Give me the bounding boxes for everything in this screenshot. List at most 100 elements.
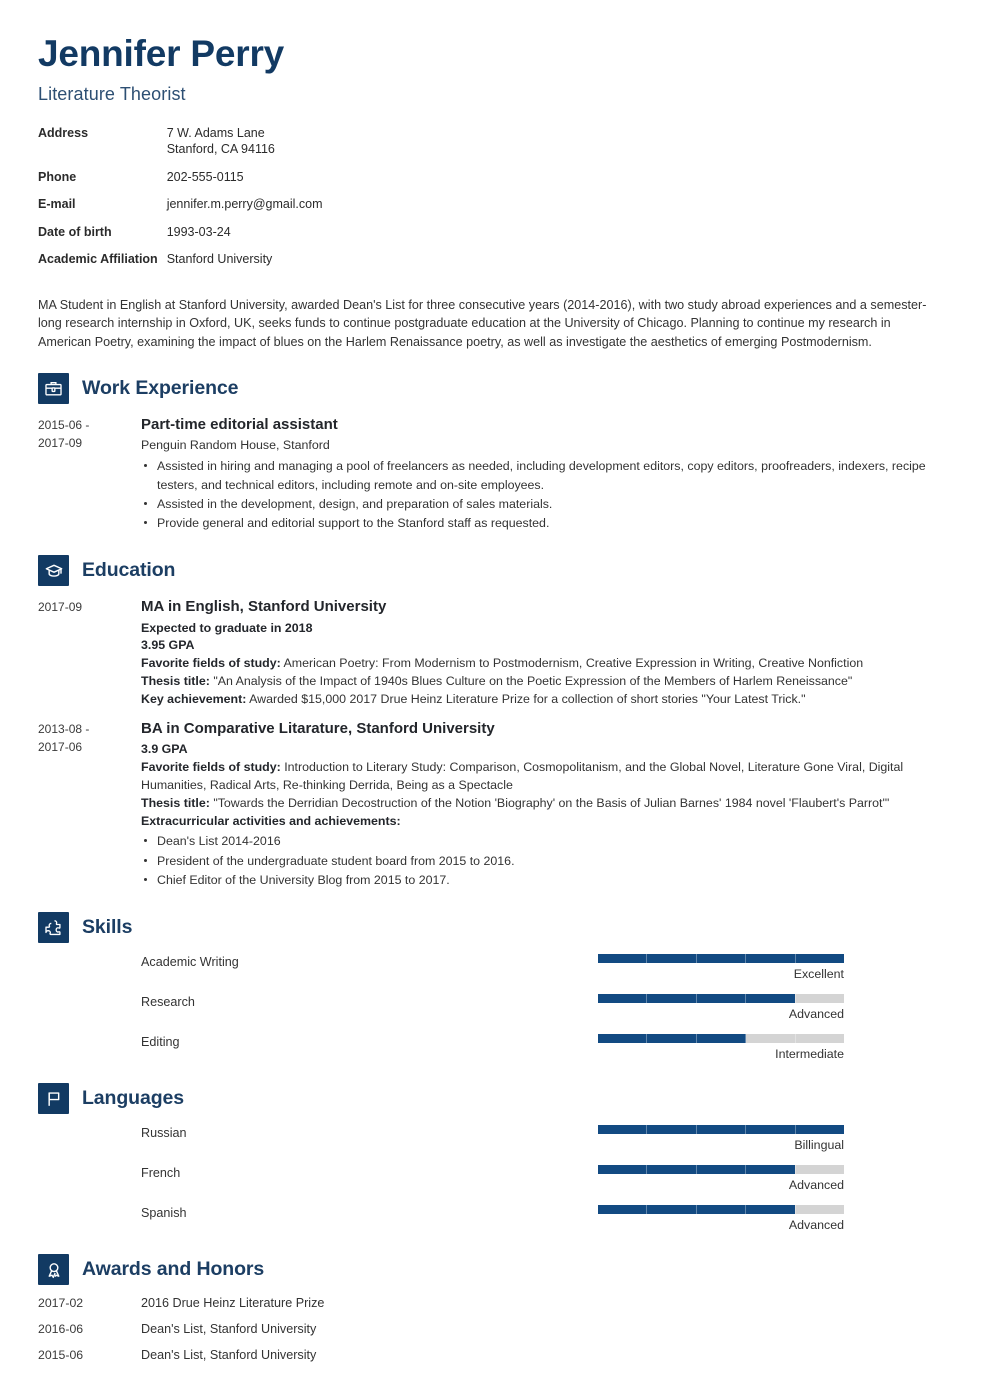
label-key-achievement: Key achievement: [141,692,247,707]
list-item: Assisted in hiring and managing a pool o… [141,457,950,493]
label-fields-of-study: Favorite fields of study: [141,760,281,775]
contact-details: Address 7 W. Adams Lane Stanford, CA 941… [38,125,323,279]
language-bar [598,1125,844,1135]
language-rating: Billingual [598,1125,844,1152]
puzzle-piece-icon [38,912,69,944]
language-bar [598,1205,844,1215]
skill-bar [598,1034,844,1044]
skill-label: Academic Writing [141,955,239,970]
award-text: Dean's List, Stanford University [141,1322,317,1337]
education-thesis-title: Thesis title: "An Analysis of the Impact… [141,673,950,691]
education-entry: 2013-08 - 2017-06 BA in Comparative Lita… [38,719,950,890]
education-date-from: 2013-08 - [38,721,90,736]
education-entry-body: BA in Comparative Litarature, Stanford U… [141,719,950,890]
contact-row-phone: Phone 202-555-0115 [38,169,323,197]
graduation-cap-icon [38,555,69,587]
award-row: 2015-06 Dean's List, Stanford University [38,1348,950,1362]
award-text: Dean's List, Stanford University [141,1348,317,1363]
skill-label: Research [141,995,195,1010]
award-date: 2015-06 [38,1348,84,1363]
section-header-education: Education [38,555,950,587]
contact-row-address: Address 7 W. Adams Lane Stanford, CA 941… [38,125,323,169]
award-text: 2016 Drue Heinz Literature Prize [141,1296,325,1311]
value-thesis-title: "Towards the Derridian Decostruction of … [213,795,890,810]
address-line-1: 7 W. Adams Lane [166,125,265,140]
education-entry-body: MA in English, Stanford University Expec… [141,597,950,709]
education-fields-of-study: Favorite fields of study: Introduction t… [141,759,950,795]
work-entry-date: 2015-06 - 2017-09 [38,415,141,453]
award-date: 2017-02 [38,1296,84,1311]
education-entry: 2017-09 MA in English, Stanford Universi… [38,597,950,709]
award-row: 2016-06 Dean's List, Stanford University [38,1322,950,1336]
list-item: Dean's List 2014-2016 [141,832,950,850]
list-item: Assisted in the development, design, and… [141,495,950,513]
education-key-achievement: Key achievement: Awarded $15,000 2017 Dr… [141,691,950,709]
section-languages: Languages Russian Billingual French Adva… [38,1083,950,1232]
education-gpa: 3.95 GPA [141,638,195,653]
education-entry-title: MA in English, Stanford University [141,598,387,616]
skill-bar [598,954,844,964]
language-rating: Advanced [598,1205,844,1232]
label-fields-of-study: Favorite fields of study: [141,656,281,671]
language-rating: Advanced [598,1165,844,1192]
work-entry-title: Part-time editorial assistant [141,416,338,434]
contact-row-dob: Date of birth 1993-03-24 [38,224,323,252]
education-date-from: 2017-09 [38,600,83,615]
contact-label-dob: Date of birth [38,224,112,239]
value-thesis-title: "An Analysis of the Impact of 1940s Blue… [213,674,853,689]
value-fields-of-study: American Poetry: From Modernism to Postm… [283,656,864,671]
language-level: Advanced [788,1178,844,1193]
language-level: Advanced [788,1218,844,1233]
briefcase-icon [38,373,69,405]
section-title-work: Work Experience [82,377,239,400]
section-education: Education 2017-09 MA in English, Stanfor… [38,555,950,890]
language-row: French Advanced [38,1165,950,1192]
skill-row: Academic Writing Excellent [38,954,950,981]
skill-bar-fill [598,1034,746,1044]
work-entry-body: Part-time editorial assistant Penguin Ra… [141,415,950,533]
education-date-to: 2017-06 [38,739,83,754]
education-extracurricular-heading: Extracurricular activities and achieveme… [141,813,401,828]
label-thesis-title: Thesis title: [141,795,210,810]
education-entry-title: BA in Comparative Litarature, Stanford U… [141,719,495,737]
contact-row-affiliation: Academic Affiliation Stanford University [38,251,323,279]
skill-bar [598,994,844,1004]
list-item: Chief Editor of the University Blog from… [141,871,950,889]
contact-label-address: Address [38,125,89,140]
language-label: Spanish [141,1206,187,1221]
language-bar-fill [598,1205,795,1215]
award-ribbon-icon [38,1254,69,1286]
address-line-2: Stanford, CA 94116 [166,142,275,157]
label-thesis-title: Thesis title: [141,674,210,689]
language-bar-fill [598,1165,795,1175]
section-header-work: Work Experience [38,373,950,405]
award-row: 2017-02 2016 Drue Heinz Literature Prize [38,1296,950,1310]
award-date: 2016-06 [38,1322,84,1337]
education-extracurricular-bullets: Dean's List 2014-2016 President of the u… [141,832,950,889]
contact-value-email[interactable]: jennifer.m.perry@gmail.com [167,196,323,224]
page-title: Jennifer Perry [38,33,285,74]
contact-value-dob: 1993-03-24 [166,224,231,239]
language-row: Spanish Advanced [38,1205,950,1232]
contact-label-phone: Phone [38,169,77,184]
work-entry-bullets: Assisted in hiring and managing a pool o… [141,457,950,532]
language-label: French [141,1166,181,1181]
flag-icon [38,1083,69,1115]
language-label: Russian [141,1126,187,1141]
education-entry-date: 2013-08 - 2017-06 [38,719,141,757]
language-row: Russian Billingual [38,1125,950,1152]
section-title-skills: Skills [82,916,133,939]
list-item: Provide general and editorial support to… [141,514,950,532]
section-header-skills: Skills [38,912,950,944]
education-fields-of-study: Favorite fields of study: American Poetr… [141,655,950,673]
professional-summary: MA Student in English at Stanford Univer… [38,297,927,349]
work-entry-employer: Penguin Random House, Stanford [141,438,330,453]
language-bar-fill [598,1125,844,1135]
skill-bar-fill [598,954,844,964]
section-awards: Awards and Honors 2017-02 2016 Drue Hein… [38,1254,950,1362]
work-date-to: 2017-09 [38,435,83,450]
skill-row: Research Advanced [38,994,950,1021]
section-work-experience: Work Experience 2015-06 - 2017-09 Part-t… [38,373,950,533]
work-date-from: 2015-06 - [38,418,90,433]
section-title-languages: Languages [82,1087,185,1110]
